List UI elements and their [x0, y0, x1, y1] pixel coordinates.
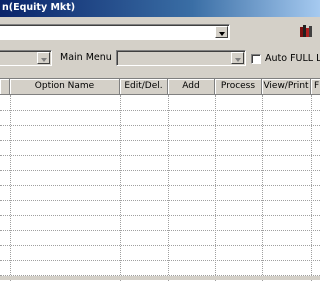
table-row[interactable] — [0, 185, 320, 186]
table-row[interactable] — [0, 170, 320, 171]
column-divider — [262, 95, 263, 281]
column-header-view-print[interactable]: View/Print — [262, 79, 311, 95]
column-header-option-name[interactable]: Option Name — [10, 79, 120, 95]
column-divider — [168, 95, 169, 281]
column-header-edit-del[interactable]: Edit/Del. — [120, 79, 168, 95]
table-row[interactable] — [0, 155, 320, 156]
table-row[interactable] — [0, 215, 320, 216]
chevron-down-icon[interactable] — [231, 52, 244, 64]
main-menu-select[interactable] — [116, 50, 246, 66]
library-icon[interactable] — [300, 25, 312, 37]
column-divider — [10, 95, 11, 281]
window-title: n(Equity Mkt) — [2, 2, 76, 13]
title-bar: n(Equity Mkt) — [0, 0, 320, 17]
table-row[interactable] — [0, 125, 320, 126]
module-select[interactable] — [0, 24, 230, 40]
options-grid: Option Name Edit/Del. Add Process View/P… — [0, 78, 320, 281]
submenu-select[interactable] — [0, 50, 52, 66]
column-divider — [120, 95, 121, 281]
column-divider — [311, 95, 312, 281]
table-row[interactable] — [0, 110, 320, 111]
status-strip — [0, 276, 320, 280]
column-header-process[interactable]: Process — [215, 79, 262, 95]
auto-full-checkbox[interactable] — [251, 54, 261, 64]
main-menu-label: Main Menu — [60, 52, 112, 63]
column-header-add[interactable]: Add — [168, 79, 215, 95]
table-row[interactable] — [0, 140, 320, 141]
column-header-f[interactable]: F — [311, 79, 320, 95]
table-row[interactable] — [0, 245, 320, 246]
table-row[interactable] — [0, 200, 320, 201]
chevron-down-icon[interactable] — [215, 26, 228, 38]
column-divider — [215, 95, 216, 281]
row-header-corner — [0, 79, 10, 95]
table-row[interactable] — [0, 260, 320, 261]
table-row[interactable] — [0, 230, 320, 231]
auto-full-label: Auto FULL Lo — [265, 53, 320, 64]
chevron-down-icon[interactable] — [37, 52, 50, 64]
